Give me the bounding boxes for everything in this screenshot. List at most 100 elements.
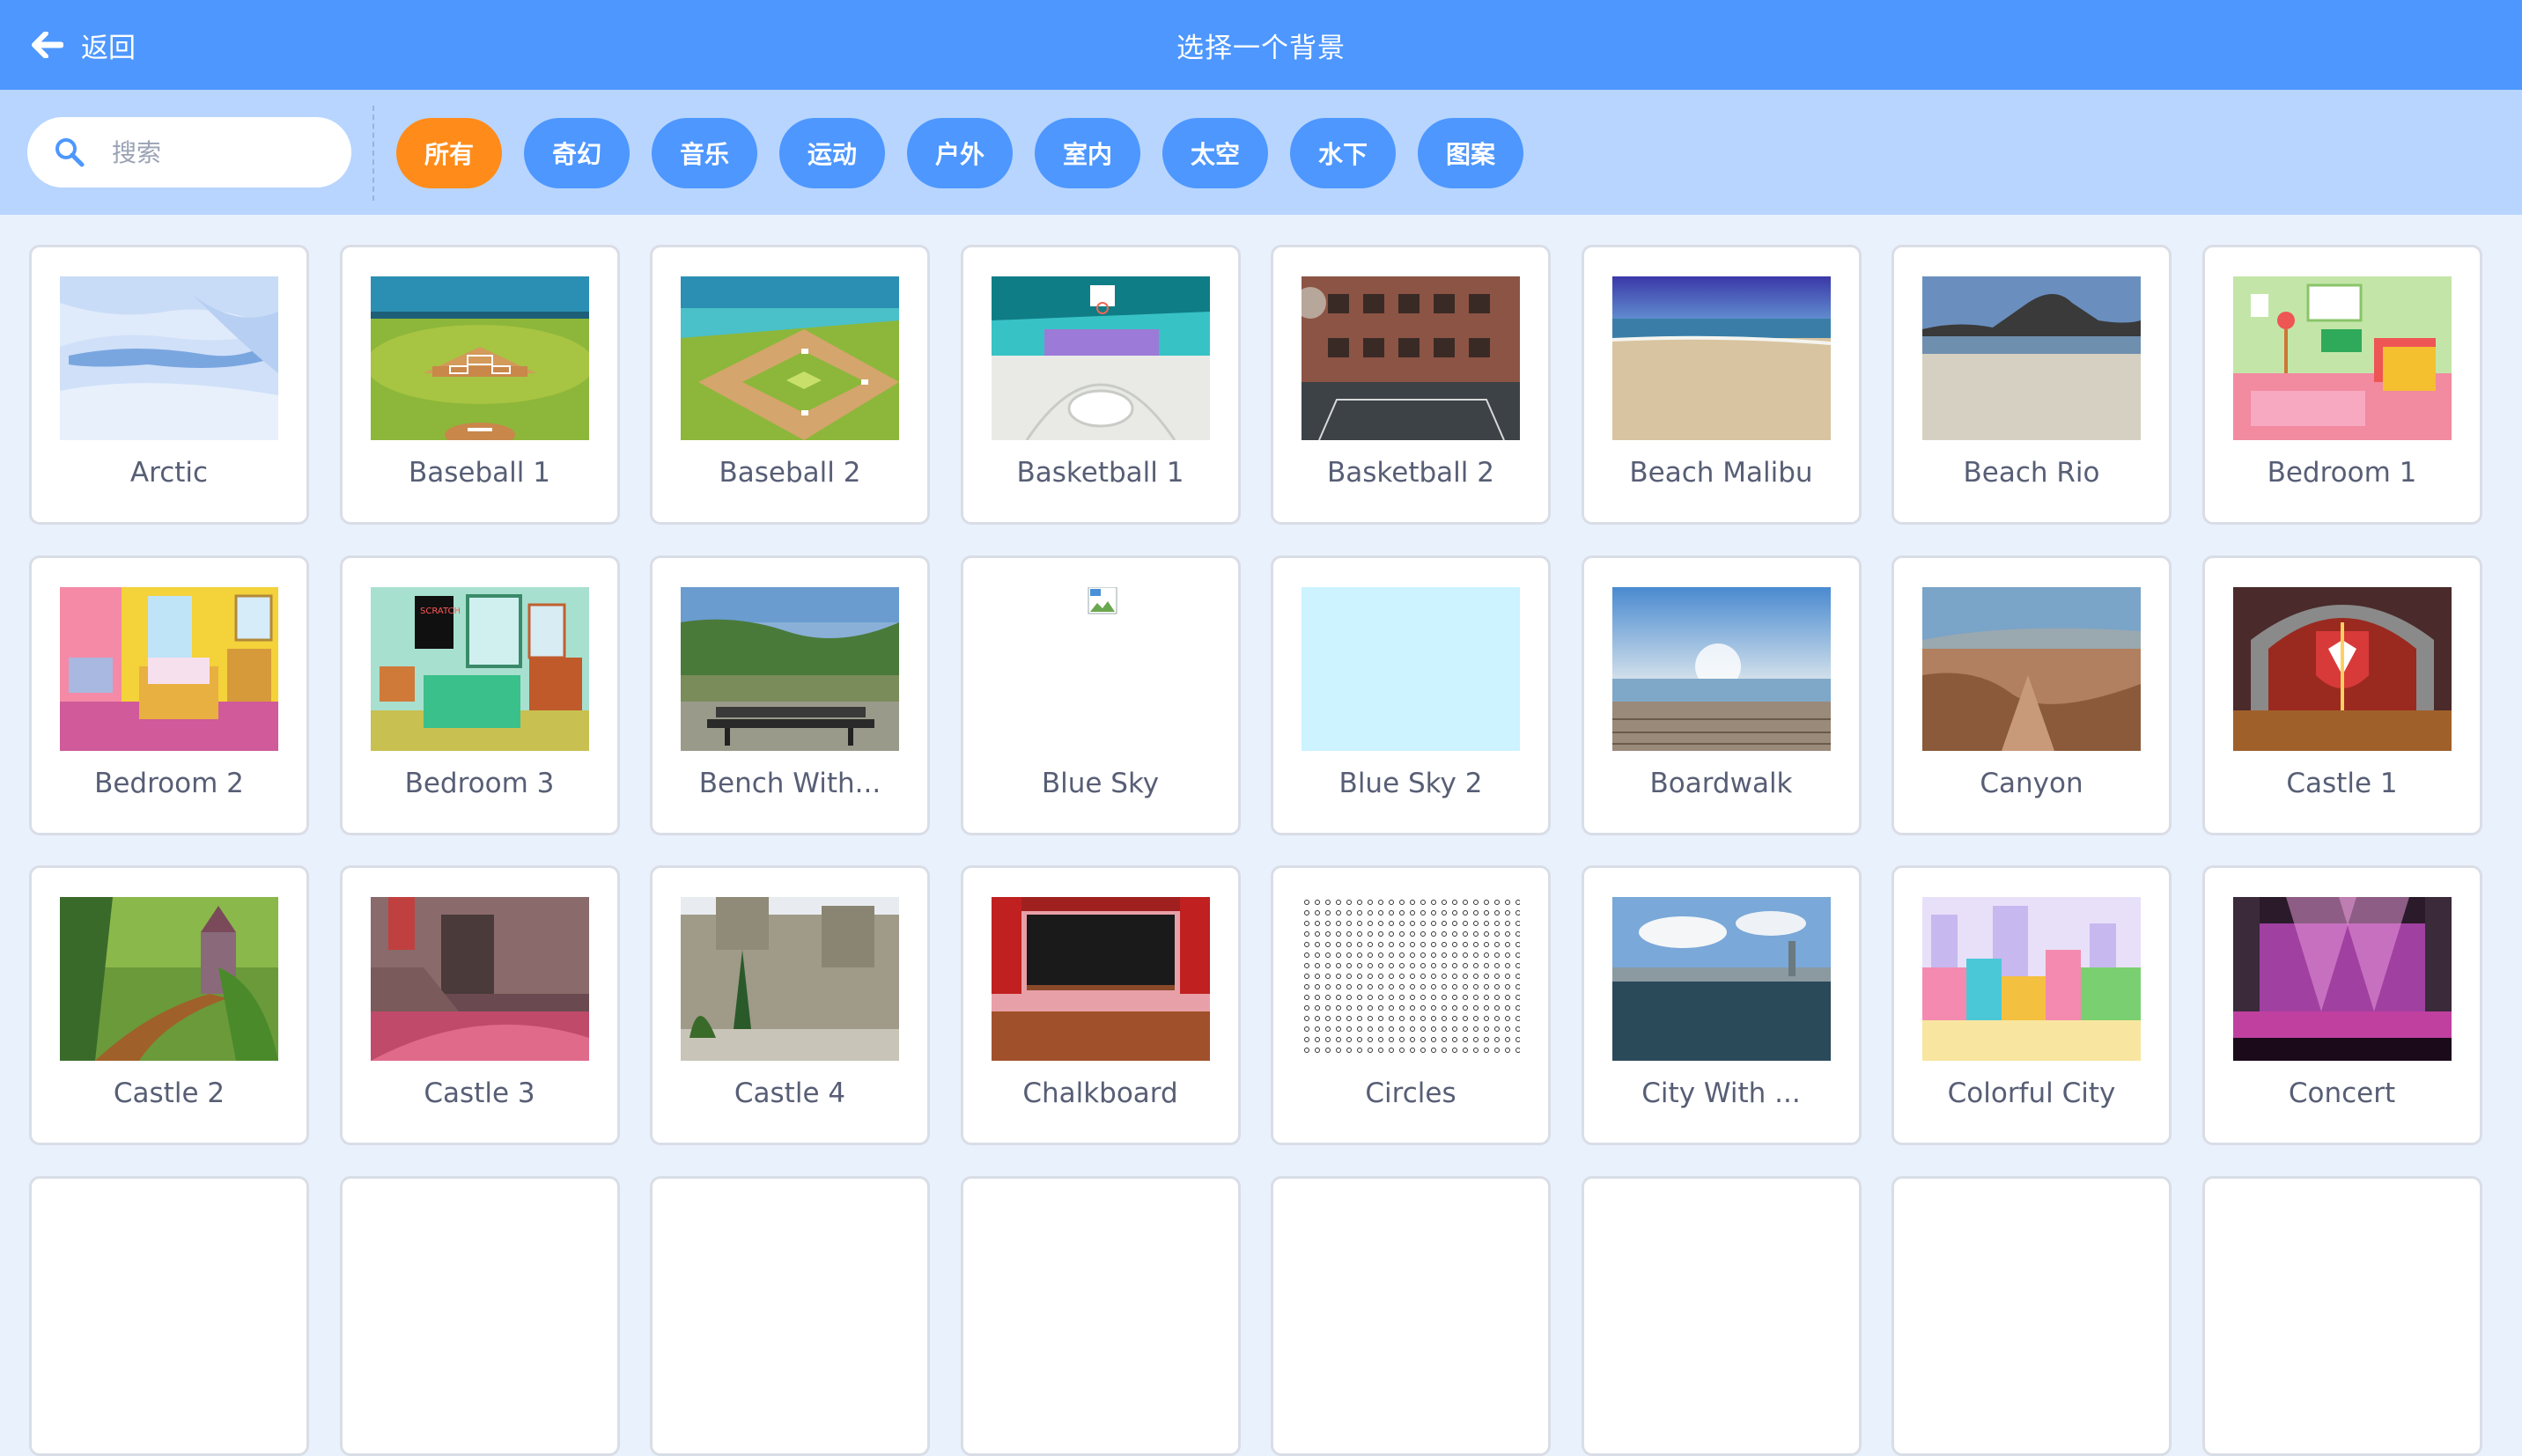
- backdrop-card[interactable]: City With ...: [1581, 865, 1862, 1145]
- backdrop-thumbnail: [1922, 276, 2141, 440]
- backdrop-card[interactable]: [1271, 1175, 1551, 1456]
- tag-button-4[interactable]: 户外: [907, 118, 1013, 188]
- backdrop-label: Castle 1: [2286, 767, 2398, 799]
- page-title: 选择一个背景: [1176, 32, 1346, 64]
- backdrop-card[interactable]: Beach Malibu: [1581, 245, 1862, 525]
- backdrop-card[interactable]: Arctic: [29, 245, 309, 525]
- header-bar: 返回 选择一个背景: [0, 0, 2522, 90]
- backdrop-thumbnail: [1922, 586, 2141, 751]
- backdrop-label: Circles: [1365, 1077, 1456, 1109]
- arrow-left-icon: [32, 32, 63, 58]
- backdrop-label: Chalkboard: [1022, 1077, 1178, 1109]
- tag-button-1[interactable]: 奇幻: [524, 118, 630, 188]
- backdrop-label: Beach Malibu: [1629, 457, 1813, 489]
- tag-button-7[interactable]: 水下: [1290, 118, 1396, 188]
- backdrop-card[interactable]: Castle 1: [2201, 555, 2482, 835]
- backdrop-thumbnail: [991, 276, 1210, 440]
- backdrop-card[interactable]: Bench With...: [650, 555, 930, 835]
- backdrop-label: Blue Sky: [1041, 767, 1160, 799]
- back-button[interactable]: 返回: [32, 25, 136, 65]
- backdrop-card[interactable]: [339, 1175, 620, 1456]
- backdrop-thumbnail: [370, 276, 589, 440]
- backdrop-label: Bedroom 3: [404, 767, 555, 799]
- backdrop-thumbnail: [1302, 897, 1520, 1061]
- backdrop-label: Colorful City: [1947, 1077, 2116, 1109]
- backdrop-label: Concert: [2288, 1077, 2396, 1109]
- backdrop-label: Baseball 1: [409, 457, 550, 489]
- backdrop-card[interactable]: [650, 1175, 930, 1456]
- back-label: 返回: [81, 32, 136, 64]
- backdrop-card[interactable]: Blue Sky 2: [1271, 555, 1551, 835]
- backdrop-label: Baseball 2: [719, 457, 861, 489]
- tag-button-6[interactable]: 太空: [1162, 118, 1268, 188]
- backdrop-card[interactable]: Basketball 2: [1271, 245, 1551, 525]
- backdrop-card[interactable]: Bedroom 2: [29, 555, 309, 835]
- backdrop-card[interactable]: Canyon: [1892, 555, 2172, 835]
- backdrop-thumbnail: [681, 586, 899, 751]
- broken-image-icon: [991, 586, 1210, 751]
- backdrop-card[interactable]: Beach Rio: [1892, 245, 2172, 525]
- backdrop-card[interactable]: Chalkboard: [960, 865, 1241, 1145]
- backdrop-thumbnail: [1302, 276, 1520, 440]
- backdrop-thumbnail: [1611, 586, 1831, 751]
- backdrop-card[interactable]: Circles: [1271, 865, 1551, 1145]
- backdrop-label: Basketball 1: [1016, 457, 1184, 489]
- backdrop-card[interactable]: Castle 2: [29, 865, 309, 1145]
- tag-button-3[interactable]: 运动: [779, 118, 885, 188]
- backdrop-label: Castle 3: [424, 1077, 535, 1109]
- backdrop-card[interactable]: SCRATCH Bedroom 3: [339, 555, 620, 835]
- backdrop-label: Castle 4: [734, 1077, 846, 1109]
- backdrop-thumbnail: [370, 897, 589, 1061]
- backdrop-card[interactable]: Baseball 1: [339, 245, 620, 525]
- tag-button-8[interactable]: 图案: [1418, 118, 1523, 188]
- backdrop-label: Bedroom 1: [2267, 457, 2417, 489]
- tag-list: 所有 奇幻 音乐 运动 户外 室内 太空 水下 图案: [396, 118, 1523, 188]
- backdrop-card[interactable]: [29, 1175, 309, 1456]
- backdrop-label: Bench With...: [698, 767, 881, 799]
- backdrop-thumbnail: [2232, 897, 2452, 1061]
- backdrop-thumbnail: [1922, 897, 2141, 1061]
- backdrop-card[interactable]: [2201, 1175, 2482, 1456]
- backdrop-card[interactable]: Concert: [2201, 865, 2482, 1145]
- tag-button-0[interactable]: 所有: [396, 118, 502, 188]
- backdrop-card[interactable]: Castle 4: [650, 865, 930, 1145]
- backdrop-label: Beach Rio: [1963, 457, 2100, 489]
- backdrop-thumbnail: [60, 276, 278, 440]
- filter-bar: 所有奇幻音乐运动户外室内太空水下图案: [0, 90, 2522, 215]
- backdrop-label: Canyon: [1980, 767, 2083, 799]
- backdrop-label: Castle 2: [113, 1077, 225, 1109]
- tag-button-5[interactable]: 室内: [1035, 118, 1140, 188]
- backdrop-card[interactable]: [1581, 1175, 1862, 1456]
- backdrop-thumbnail: SCRATCH: [370, 586, 589, 751]
- backdrop-card[interactable]: Colorful City: [1892, 865, 2172, 1145]
- backdrop-card[interactable]: Castle 3: [339, 865, 620, 1145]
- backdrop-card[interactable]: [1892, 1175, 2172, 1456]
- search-icon: [54, 136, 85, 168]
- backdrop-label: Boardwalk: [1649, 767, 1793, 799]
- search-input[interactable]: [112, 137, 341, 167]
- filter-divider: [372, 106, 374, 201]
- backdrop-card[interactable]: Basketball 1: [960, 245, 1241, 525]
- backdrop-card[interactable]: Boardwalk: [1581, 555, 1862, 835]
- backdrop-thumbnail: [1611, 276, 1831, 440]
- backdrop-thumbnail: [1611, 897, 1831, 1061]
- backdrop-card[interactable]: Bedroom 1: [2201, 245, 2482, 525]
- backdrop-card[interactable]: [960, 1175, 1241, 1456]
- backdrop-card[interactable]: Baseball 2: [650, 245, 930, 525]
- backdrop-thumbnail: [681, 276, 899, 440]
- backdrop-label: Arctic: [129, 457, 209, 489]
- svg-text:SCRATCH: SCRATCH: [420, 607, 461, 616]
- search-box[interactable]: [27, 117, 351, 188]
- backdrop-thumbnail: [2232, 276, 2452, 440]
- tag-button-2[interactable]: 音乐: [652, 118, 757, 188]
- backdrop-thumbnail: [60, 897, 278, 1061]
- backdrop-label: Basketball 2: [1327, 457, 1494, 489]
- backdrop-thumbnail: [1302, 586, 1520, 751]
- backdrop-card[interactable]: Blue Sky: [960, 555, 1241, 835]
- backdrop-thumbnail: [991, 897, 1210, 1061]
- backdrop-thumbnail: [2232, 586, 2452, 751]
- backdrop-label: City With ...: [1641, 1077, 1801, 1109]
- backdrop-label: Blue Sky 2: [1338, 767, 1483, 799]
- backdrop-label: Bedroom 2: [94, 767, 244, 799]
- backdrop-thumbnail: [60, 586, 278, 751]
